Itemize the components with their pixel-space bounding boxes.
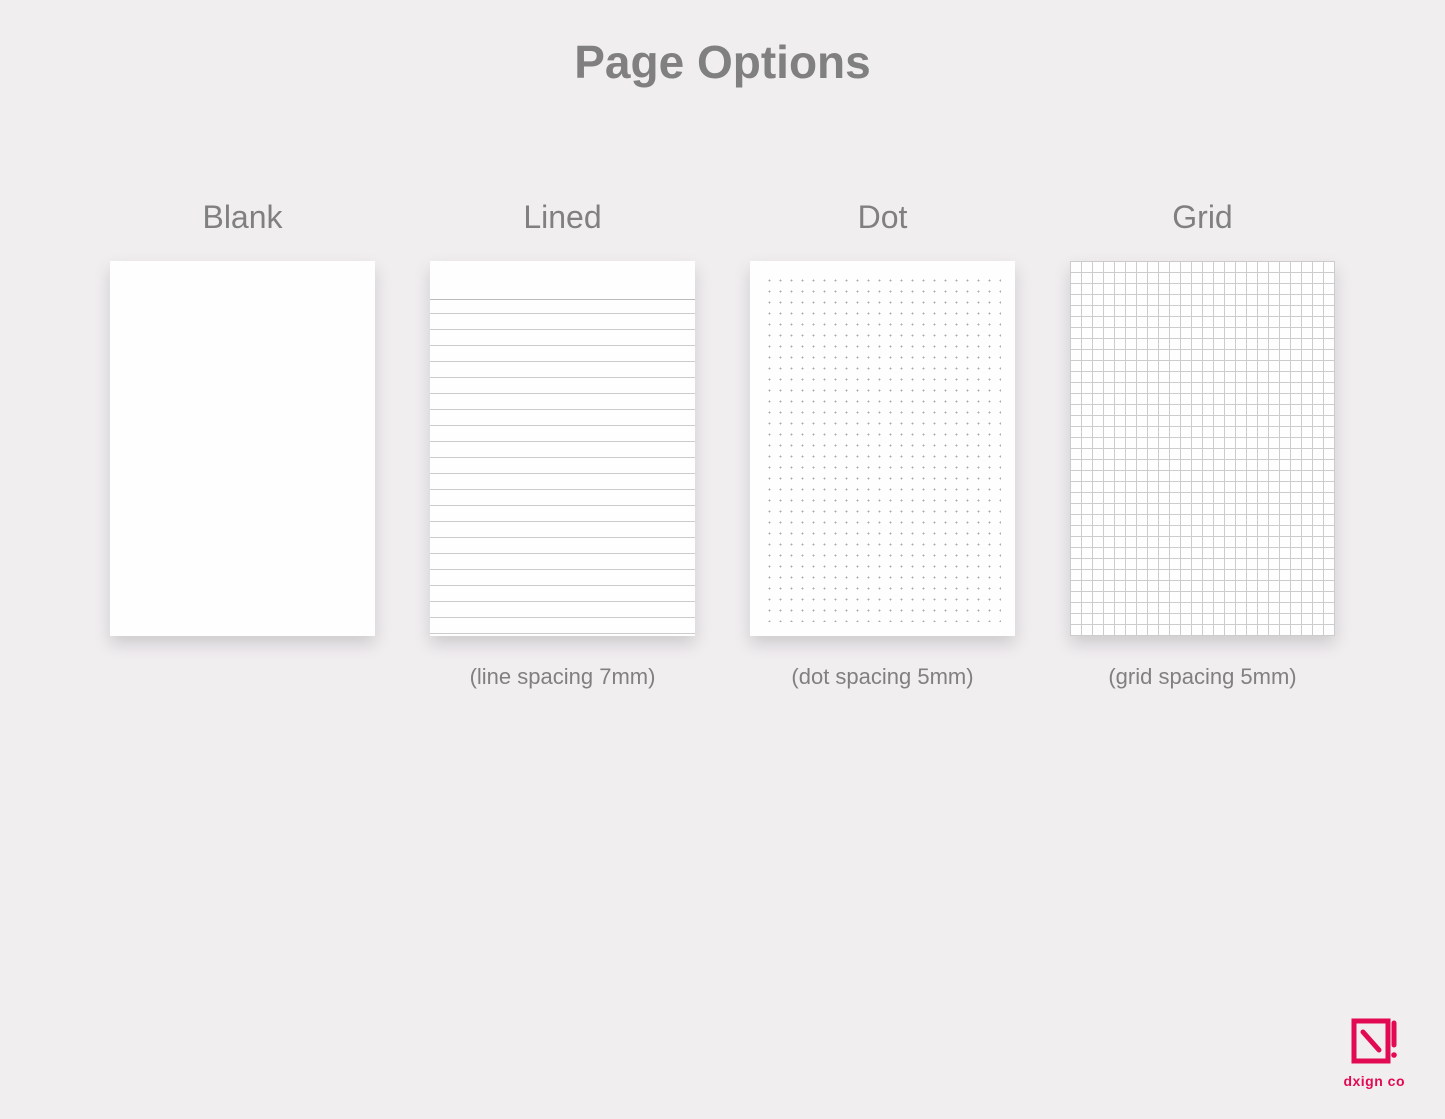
dot-grid xyxy=(764,275,1001,622)
option-caption-dot: (dot spacing 5mm) xyxy=(791,664,973,694)
option-grid: Grid (grid spacing 5mm) xyxy=(1063,199,1343,694)
preview-lined xyxy=(430,261,695,636)
page-options-row: Blank Lined (line spacing 7mm) Dot (dot … xyxy=(0,199,1445,694)
grid-lines xyxy=(1070,261,1335,636)
option-label-lined: Lined xyxy=(523,199,601,236)
brand-name: dxign co xyxy=(1343,1073,1405,1089)
lined-rules xyxy=(430,313,695,636)
page-title: Page Options xyxy=(0,35,1445,89)
option-dot: Dot (dot spacing 5mm) xyxy=(743,199,1023,694)
option-lined: Lined (line spacing 7mm) xyxy=(423,199,703,694)
option-blank: Blank xyxy=(103,199,383,694)
option-label-grid: Grid xyxy=(1172,199,1232,236)
logo-icon xyxy=(1348,1015,1400,1067)
brand-logo: dxign co xyxy=(1343,1015,1405,1089)
preview-grid xyxy=(1070,261,1335,636)
option-caption-lined: (line spacing 7mm) xyxy=(470,664,656,694)
option-label-dot: Dot xyxy=(858,199,908,236)
option-label-blank: Blank xyxy=(202,199,282,236)
preview-blank xyxy=(110,261,375,636)
lined-header-rule xyxy=(430,299,695,300)
option-caption-grid: (grid spacing 5mm) xyxy=(1108,664,1296,694)
preview-dot xyxy=(750,261,1015,636)
